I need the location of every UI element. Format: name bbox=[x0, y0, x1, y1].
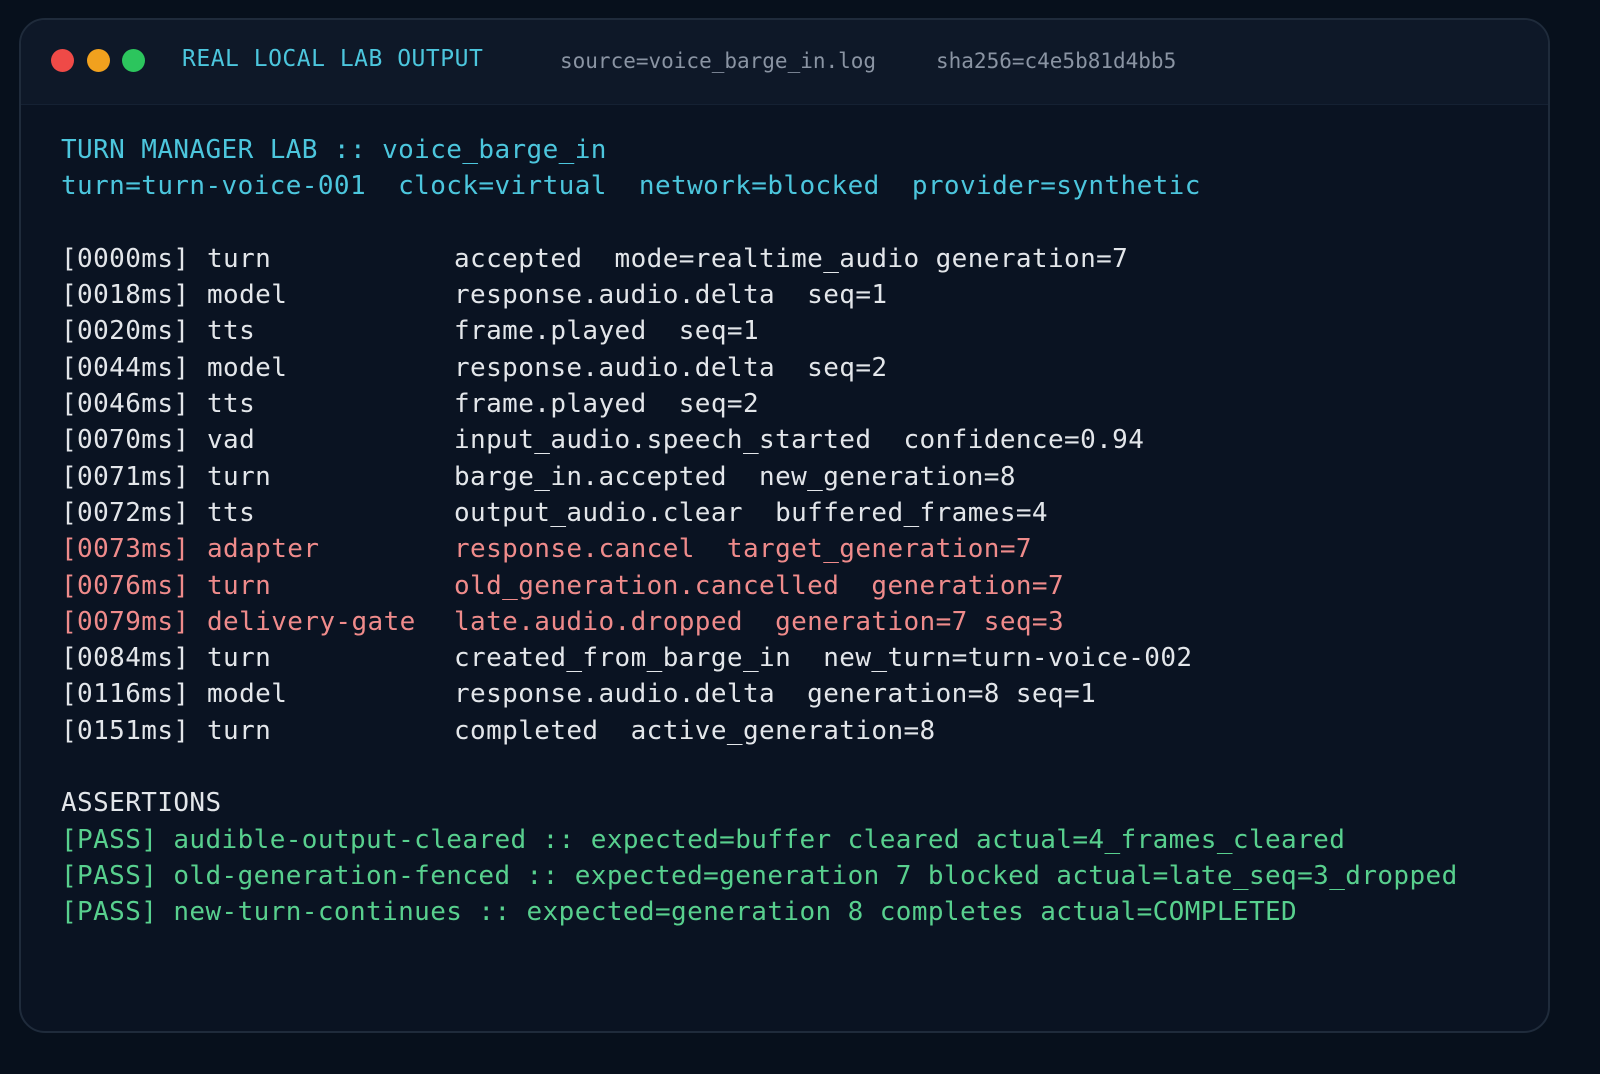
minimize-window-button[interactable] bbox=[87, 49, 110, 72]
log-message: response.audio.delta seq=2 bbox=[454, 352, 888, 383]
sha-hash-label: sha256=c4e5b81d4bb5 bbox=[936, 49, 1177, 73]
log-timestamp: [0079ms] bbox=[61, 606, 190, 637]
log-timestamp: [0044ms] bbox=[61, 352, 190, 383]
event-log: [0000ms] turn accepted mode=realtime_audio… bbox=[61, 241, 1528, 749]
log-timestamp: [0116ms] bbox=[61, 679, 190, 710]
log-message: frame.played seq=1 bbox=[454, 316, 760, 347]
log-component: turn bbox=[207, 570, 272, 601]
assertion-pass-line: [PASS] new-turn-continues :: expected=ge… bbox=[61, 897, 1298, 928]
log-row: [0116ms] model response.audio.delta genera… bbox=[61, 676, 1528, 712]
log-timestamp: [0020ms] bbox=[61, 316, 190, 347]
log-component: turn bbox=[207, 243, 272, 274]
log-component: delivery-gate bbox=[207, 606, 416, 637]
log-timestamp: [0076ms] bbox=[61, 570, 190, 601]
close-window-button[interactable] bbox=[51, 49, 74, 72]
log-message: response.audio.delta seq=1 bbox=[454, 280, 888, 311]
log-row: [0071ms] turn barge_in.accepted new_genera… bbox=[61, 459, 1528, 495]
log-row: [0000ms] turn accepted mode=realtime_audio… bbox=[61, 241, 1528, 277]
log-component: turn bbox=[207, 643, 272, 674]
log-message: barge_in.accepted new_generation=8 bbox=[454, 461, 1016, 492]
log-timestamp: [0018ms] bbox=[61, 280, 190, 311]
log-message: frame.played seq=2 bbox=[454, 389, 760, 420]
log-component: vad bbox=[207, 425, 256, 456]
log-row: [0079ms] delivery-gate late.audio.dropped … bbox=[61, 604, 1528, 640]
window-title: REAL LOCAL LAB OUTPUT bbox=[182, 46, 484, 72]
log-row: [0072ms] tts output_audio.clear buffered_f… bbox=[61, 495, 1528, 531]
log-row: [0084ms] turn created_from_barge_in new_tu… bbox=[61, 640, 1528, 676]
log-row: [0070ms] vad input_audio.speech_started co… bbox=[61, 422, 1528, 458]
log-component: tts bbox=[207, 389, 256, 420]
log-component: turn bbox=[207, 461, 272, 492]
log-message: input_audio.speech_started confidence=0.… bbox=[454, 425, 1145, 456]
log-timestamp: [0073ms] bbox=[61, 534, 190, 565]
log-row: [0046ms] tts frame.played seq=2 bbox=[61, 386, 1528, 422]
log-message: accepted mode=realtime_audio generation=… bbox=[454, 243, 1129, 274]
assertions-section: ASSERTIONS [PASS] audible-output-cleared… bbox=[61, 785, 1528, 930]
log-timestamp: [0084ms] bbox=[61, 643, 190, 674]
log-row: [0018ms] model response.audio.delta seq=1 bbox=[61, 277, 1528, 313]
log-component: model bbox=[207, 280, 288, 311]
log-message: completed active_generation=8 bbox=[454, 715, 936, 746]
log-row: [0020ms] tts frame.played seq=1 bbox=[61, 313, 1528, 349]
log-row: [0044ms] model response.audio.delta seq=2 bbox=[61, 350, 1528, 386]
log-row: [0076ms] turn old_generation.cancelled gen… bbox=[61, 568, 1528, 604]
log-message: old_generation.cancelled generation=7 bbox=[454, 570, 1065, 601]
log-component: model bbox=[207, 352, 288, 383]
log-message: late.audio.dropped generation=7 seq=3 bbox=[454, 606, 1065, 637]
log-component: adapter bbox=[207, 534, 320, 565]
terminal-window: REAL LOCAL LAB OUTPUT source=voice_barge… bbox=[19, 18, 1550, 1033]
maximize-window-button[interactable] bbox=[122, 49, 145, 72]
log-message: output_audio.clear buffered_frames=4 bbox=[454, 497, 1048, 528]
log-row: [0151ms] turn completed active_generation=… bbox=[61, 713, 1528, 749]
log-timestamp: [0071ms] bbox=[61, 461, 190, 492]
log-message: created_from_barge_in new_turn=turn-voic… bbox=[454, 643, 1193, 674]
lab-title-line: TURN MANAGER LAB :: voice_barge_in bbox=[61, 135, 607, 165]
title-bar: REAL LOCAL LAB OUTPUT source=voice_barge… bbox=[21, 20, 1548, 105]
assertion-pass-line: [PASS] audible-output-cleared :: expecte… bbox=[61, 824, 1346, 855]
log-timestamp: [0046ms] bbox=[61, 389, 190, 420]
lab-config-line: turn=turn-voice-001 clock=virtual networ… bbox=[61, 171, 1201, 202]
log-timestamp: [0070ms] bbox=[61, 425, 190, 456]
log-message: response.audio.delta generation=8 seq=1 bbox=[454, 679, 1097, 710]
log-component: tts bbox=[207, 497, 256, 528]
log-component: tts bbox=[207, 316, 256, 347]
assertion-pass-line: [PASS] old-generation-fenced :: expected… bbox=[61, 860, 1458, 891]
log-row: [0073ms] adapter response.cancel target_ge… bbox=[61, 531, 1528, 567]
log-component: model bbox=[207, 679, 288, 710]
log-timestamp: [0000ms] bbox=[61, 243, 190, 274]
log-component: turn bbox=[207, 715, 272, 746]
terminal-output: TURN MANAGER LAB :: voice_barge_in turn=… bbox=[61, 132, 1528, 931]
log-timestamp: [0072ms] bbox=[61, 497, 190, 528]
assertions-heading: ASSERTIONS bbox=[61, 788, 222, 819]
log-timestamp: [0151ms] bbox=[61, 715, 190, 746]
log-message: response.cancel target_generation=7 bbox=[454, 534, 1032, 565]
source-file-label: source=voice_barge_in.log bbox=[560, 49, 877, 73]
